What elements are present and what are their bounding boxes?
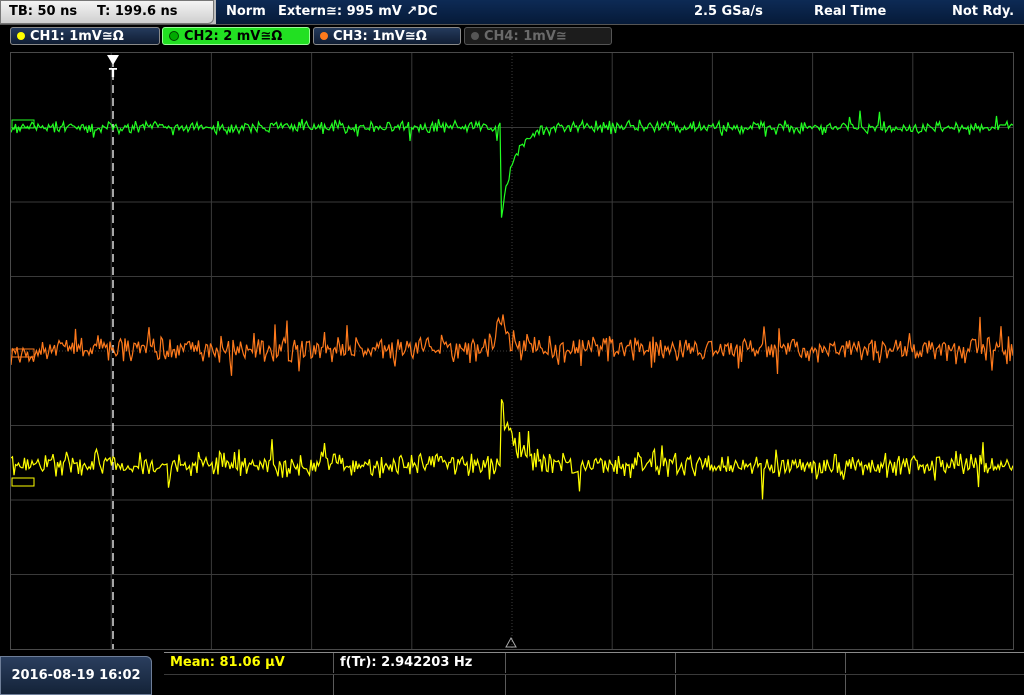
tab-ch3[interactable]: CH3: 1mV≅Ω bbox=[313, 27, 461, 45]
tab-ch4[interactable]: CH4: 1mV≅ bbox=[464, 27, 612, 45]
measurement-mean-cell[interactable]: Mean: 81.06 µV bbox=[164, 653, 334, 673]
trigger-position-marker-icon[interactable]: T bbox=[107, 55, 119, 80]
ch4-label: CH4: 1mV≅ bbox=[484, 28, 567, 44]
trigger-mode: Norm bbox=[226, 4, 266, 19]
oscilloscope-window: TB: 50 ns T: 199.6 ns Norm Extern≅: 995 … bbox=[0, 0, 1024, 695]
measurement-mean: Mean: 81.06 µV bbox=[170, 655, 285, 670]
measurement-empty-cell-6[interactable] bbox=[164, 674, 334, 695]
trigger-time-value: T: 199.6 ns bbox=[97, 4, 178, 19]
trigger-source: Extern≅: 995 mV ↗DC bbox=[278, 4, 438, 19]
waveform-canvas: T bbox=[11, 53, 1013, 649]
top-status-bar: TB: 50 ns T: 199.6 ns Norm Extern≅: 995 … bbox=[0, 0, 1024, 25]
measurement-empty-cell-9[interactable] bbox=[676, 674, 846, 695]
measurement-empty-cell-10[interactable] bbox=[846, 674, 1024, 695]
measurement-empty-cell-7[interactable] bbox=[334, 674, 506, 695]
ch4-color-dot-icon bbox=[471, 32, 479, 40]
timebase-box[interactable]: TB: 50 ns T: 199.6 ns bbox=[0, 0, 214, 24]
trigger-level-marker-icon bbox=[505, 636, 517, 648]
measurement-frequency: f(Tr): 2.942203 Hz bbox=[340, 655, 473, 670]
measurement-empty-cell-5[interactable] bbox=[846, 653, 1024, 673]
acquisition-status-bar[interactable]: Norm Extern≅: 995 mV ↗DC 2.5 GSa/s Real … bbox=[216, 0, 1024, 24]
date-time-display: 2016-08-19 16:02 bbox=[0, 656, 152, 695]
measurement-frequency-cell[interactable]: f(Tr): 2.942203 Hz bbox=[334, 653, 506, 673]
ch1-label: CH1: 1mV≅Ω bbox=[30, 28, 124, 44]
tab-ch1[interactable]: CH1: 1mV≅Ω bbox=[10, 27, 160, 45]
measurement-empty-cell-3[interactable] bbox=[506, 653, 676, 673]
measurement-empty-cell-8[interactable] bbox=[506, 674, 676, 695]
tab-ch2[interactable]: CH2: 2 mV≅Ω bbox=[162, 27, 310, 45]
timebase-value: TB: 50 ns bbox=[9, 4, 78, 19]
ch2-color-dot-icon bbox=[169, 31, 179, 41]
svg-text:T: T bbox=[109, 66, 118, 80]
date-time-text: 2016-08-19 16:02 bbox=[11, 668, 141, 683]
ch3-color-dot-icon bbox=[320, 32, 328, 40]
run-status: Not Rdy. bbox=[952, 4, 1015, 19]
ch1-color-dot-icon bbox=[17, 32, 25, 40]
ch1-ground-marker-icon[interactable] bbox=[11, 477, 35, 487]
ch2-label: CH2: 2 mV≅Ω bbox=[184, 28, 283, 44]
measurement-panel[interactable]: Mean: 81.06 µV f(Tr): 2.942203 Hz bbox=[164, 652, 1024, 695]
sample-rate: 2.5 GSa/s bbox=[694, 4, 763, 19]
ch3-label: CH3: 1mV≅Ω bbox=[333, 28, 427, 44]
channel-tabs: CH1: 1mV≅Ω CH2: 2 mV≅Ω CH3: 1mV≅Ω CH4: 1… bbox=[0, 25, 1024, 49]
measurement-empty-cell-4[interactable] bbox=[676, 653, 846, 673]
acquisition-mode: Real Time bbox=[814, 4, 887, 19]
bottom-bar: 2016-08-19 16:02 Mean: 81.06 µV f(Tr): 2… bbox=[0, 652, 1024, 695]
waveform-display[interactable]: T bbox=[10, 52, 1014, 650]
